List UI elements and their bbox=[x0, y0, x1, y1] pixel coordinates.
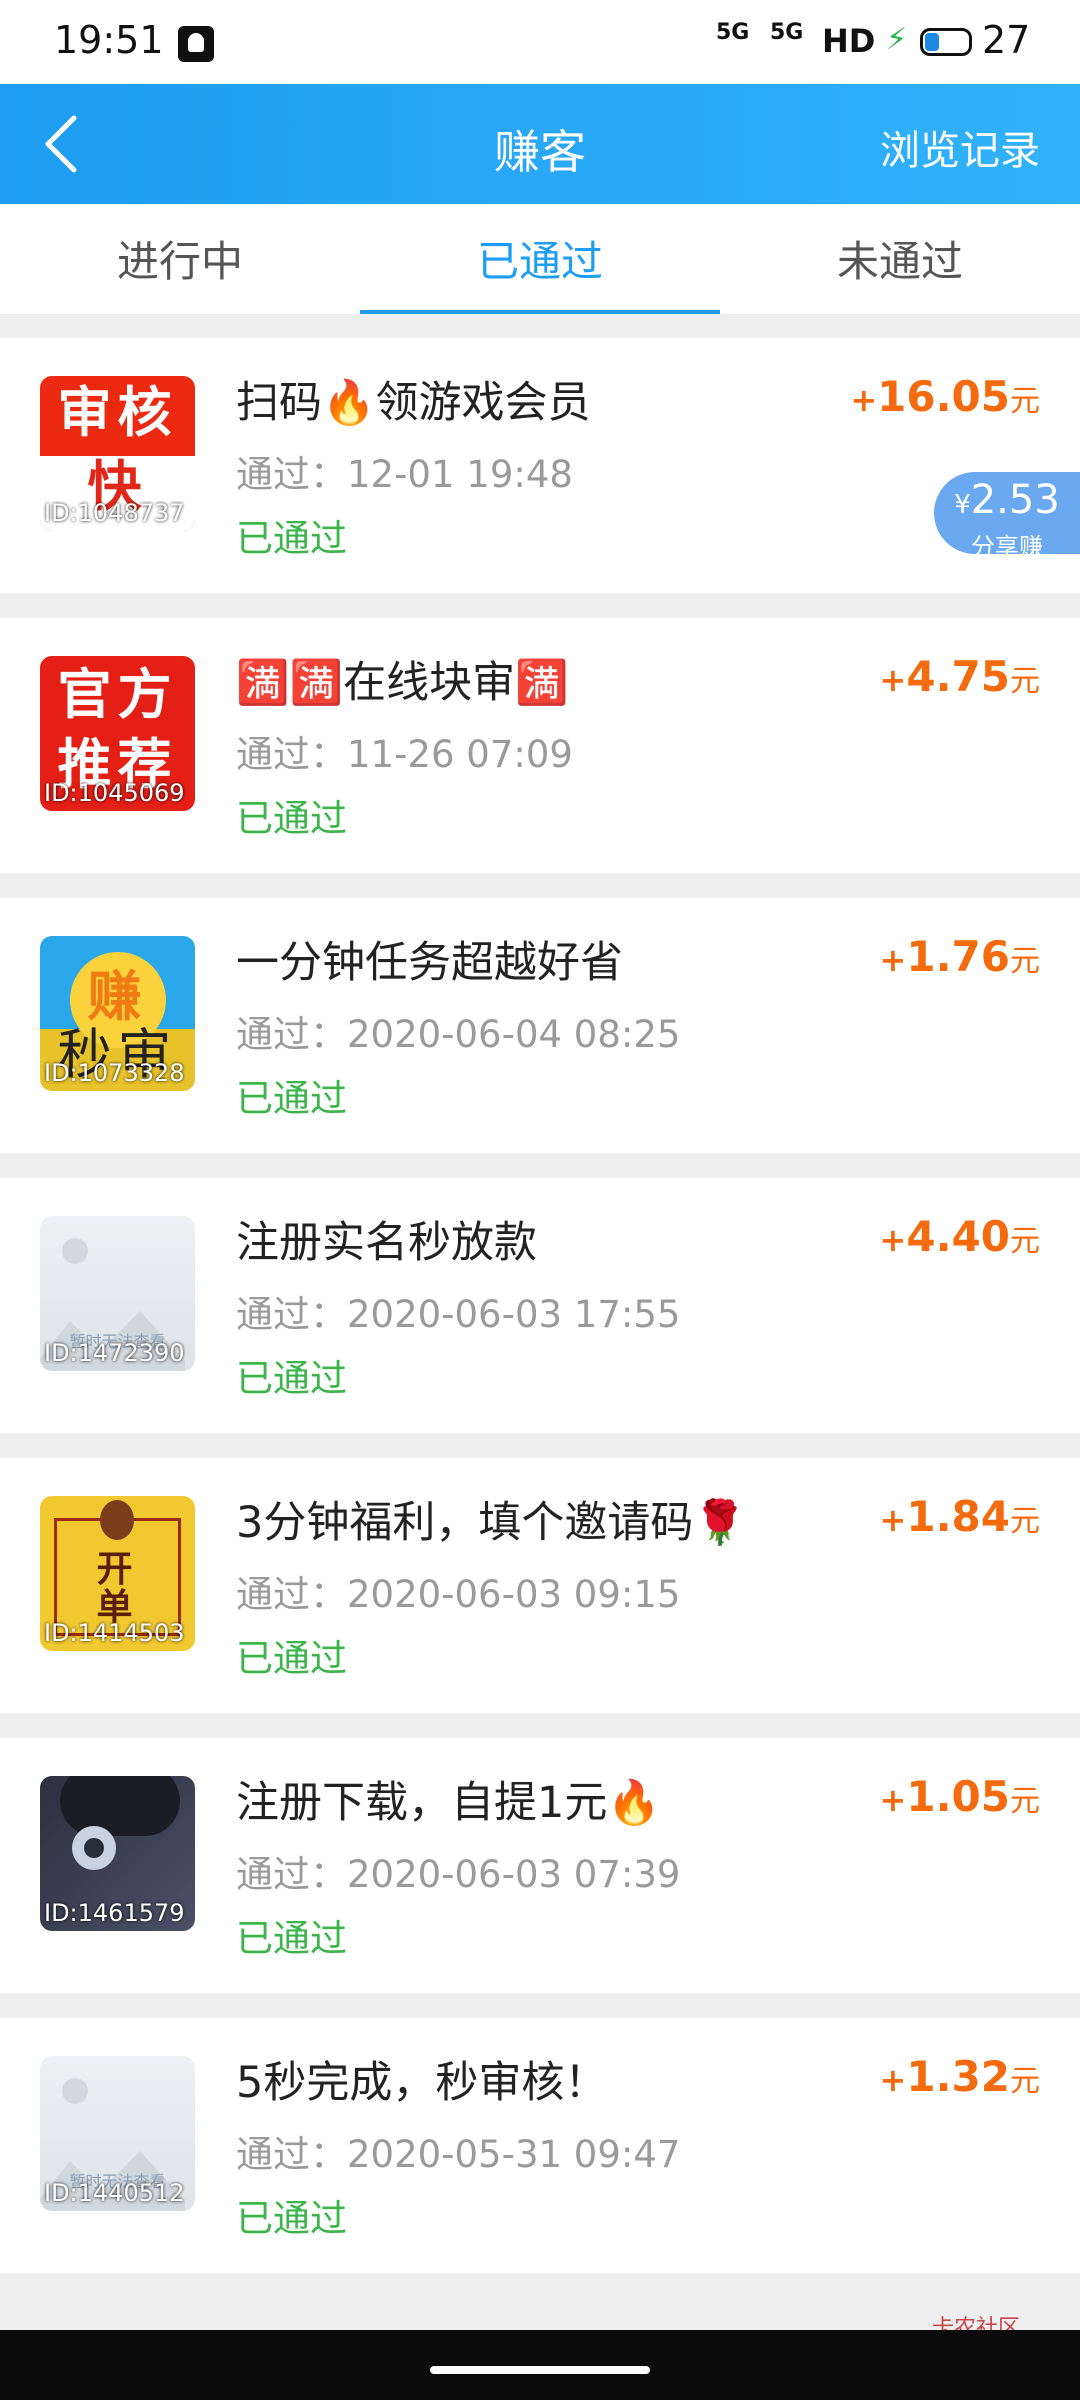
tab-in-progress[interactable]: 进行中 bbox=[0, 228, 360, 289]
browse-history-button[interactable]: 浏览记录 bbox=[880, 118, 1040, 176]
task-status: 已通过 bbox=[236, 797, 347, 840]
task-date: 通过：2020-06-03 07:39 bbox=[236, 1853, 681, 1896]
signal-icon-2: 5G bbox=[770, 20, 804, 45]
task-title: 扫码🔥领游戏会员 bbox=[236, 378, 591, 428]
app-header: 赚客 浏览记录 bbox=[0, 84, 1080, 204]
list-item[interactable]: 暂时无法查看 ID:1472390 注册实名秒放款 通过：2020-06-03 … bbox=[0, 1178, 1080, 1433]
task-date: 通过：2020-05-31 09:47 bbox=[236, 2133, 681, 2176]
task-date: 通过：11-26 07:09 bbox=[236, 733, 573, 776]
task-title: 3分钟福利，填个邀请码🌹 bbox=[236, 1498, 747, 1548]
task-title: 一分钟任务超越好省 bbox=[236, 938, 623, 988]
list-item[interactable]: 赚 秒审 ID:1073328 一分钟任务超越好省 通过：2020-06-04 … bbox=[0, 898, 1080, 1153]
task-date: 通过：12-01 19:48 bbox=[236, 453, 573, 496]
task-title: 🈵🈵在线块审🈵 bbox=[236, 658, 569, 708]
battery-icon bbox=[920, 28, 972, 56]
status-time: 19:51 bbox=[54, 18, 164, 62]
status-bar: 19:51 5G 5G HD ⚡ 27 bbox=[0, 0, 1080, 84]
task-date: 通过：2020-06-03 09:15 bbox=[236, 1573, 681, 1616]
reward-amount: +16.05元 bbox=[850, 372, 1040, 421]
reward-amount: +1.76元 bbox=[879, 932, 1040, 981]
task-thumbnail: 官方 推荐 ID:1045069 bbox=[40, 656, 195, 811]
list-item[interactable]: ID:1461579 注册下载，自提1元🔥 通过：2020-06-03 07:3… bbox=[0, 1738, 1080, 1993]
image-placeholder-icon: 暂时无法查看 ID:1440512 bbox=[40, 2056, 195, 2211]
task-date: 通过：2020-06-04 08:25 bbox=[236, 1013, 681, 1056]
task-list: 审核 快 ID:1048737 扫码🔥领游戏会员 通过：12-01 19:48 … bbox=[0, 338, 1080, 2298]
home-gesture-bar[interactable] bbox=[430, 2366, 650, 2374]
battery-level: 27 bbox=[982, 18, 1031, 62]
task-status: 已通过 bbox=[236, 1077, 347, 1120]
task-status: 已通过 bbox=[236, 2197, 347, 2240]
task-title: 注册实名秒放款 bbox=[236, 1218, 537, 1268]
task-title: 注册下载，自提1元🔥 bbox=[236, 1778, 661, 1828]
reward-amount: +1.84元 bbox=[879, 1492, 1040, 1541]
task-title: 5秒完成，秒审核！ bbox=[236, 2058, 608, 2108]
hd-indicator: HD bbox=[822, 22, 876, 60]
charging-icon: ⚡ bbox=[886, 22, 908, 57]
task-status: 已通过 bbox=[236, 1917, 347, 1960]
list-item[interactable]: 审核 快 ID:1048737 扫码🔥领游戏会员 通过：12-01 19:48 … bbox=[0, 338, 1080, 593]
share-earn-button[interactable]: ¥2.53 分享赚 bbox=[934, 472, 1080, 561]
list-item[interactable]: 暂时无法查看 ID:1440512 5秒完成，秒审核！ 通过：2020-05-3… bbox=[0, 2018, 1080, 2273]
task-status: 已通过 bbox=[236, 1357, 347, 1400]
notification-bell-icon bbox=[178, 26, 214, 62]
tab-bar: 进行中 已通过 未通过 bbox=[0, 204, 1080, 314]
task-thumbnail: ID:1461579 bbox=[40, 1776, 195, 1931]
task-thumbnail: 赚 秒审 ID:1073328 bbox=[40, 936, 195, 1091]
tab-approved[interactable]: 已通过 bbox=[360, 228, 720, 289]
reward-amount: +4.75元 bbox=[879, 652, 1040, 701]
task-thumbnail: 审核 快 ID:1048737 bbox=[40, 376, 195, 531]
task-status: 已通过 bbox=[236, 1637, 347, 1680]
task-status: 已通过 bbox=[236, 517, 347, 560]
signal-icon: 5G bbox=[716, 20, 750, 45]
reward-amount: +1.32元 bbox=[879, 2052, 1040, 2101]
task-thumbnail: 开 单 ID:1414503 bbox=[40, 1496, 195, 1651]
list-item[interactable]: 官方 推荐 ID:1045069 🈵🈵在线块审🈵 通过：11-26 07:09 … bbox=[0, 618, 1080, 873]
image-placeholder-icon: 暂时无法查看 ID:1472390 bbox=[40, 1216, 195, 1371]
reward-amount: +1.05元 bbox=[879, 1772, 1040, 1821]
reward-amount: +4.40元 bbox=[879, 1212, 1040, 1261]
list-item[interactable]: 开 单 ID:1414503 3分钟福利，填个邀请码🌹 通过：2020-06-0… bbox=[0, 1458, 1080, 1713]
system-nav-bar bbox=[0, 2330, 1080, 2400]
tab-rejected[interactable]: 未通过 bbox=[720, 228, 1080, 289]
active-tab-indicator bbox=[360, 310, 720, 314]
task-date: 通过：2020-06-03 17:55 bbox=[236, 1293, 681, 1336]
